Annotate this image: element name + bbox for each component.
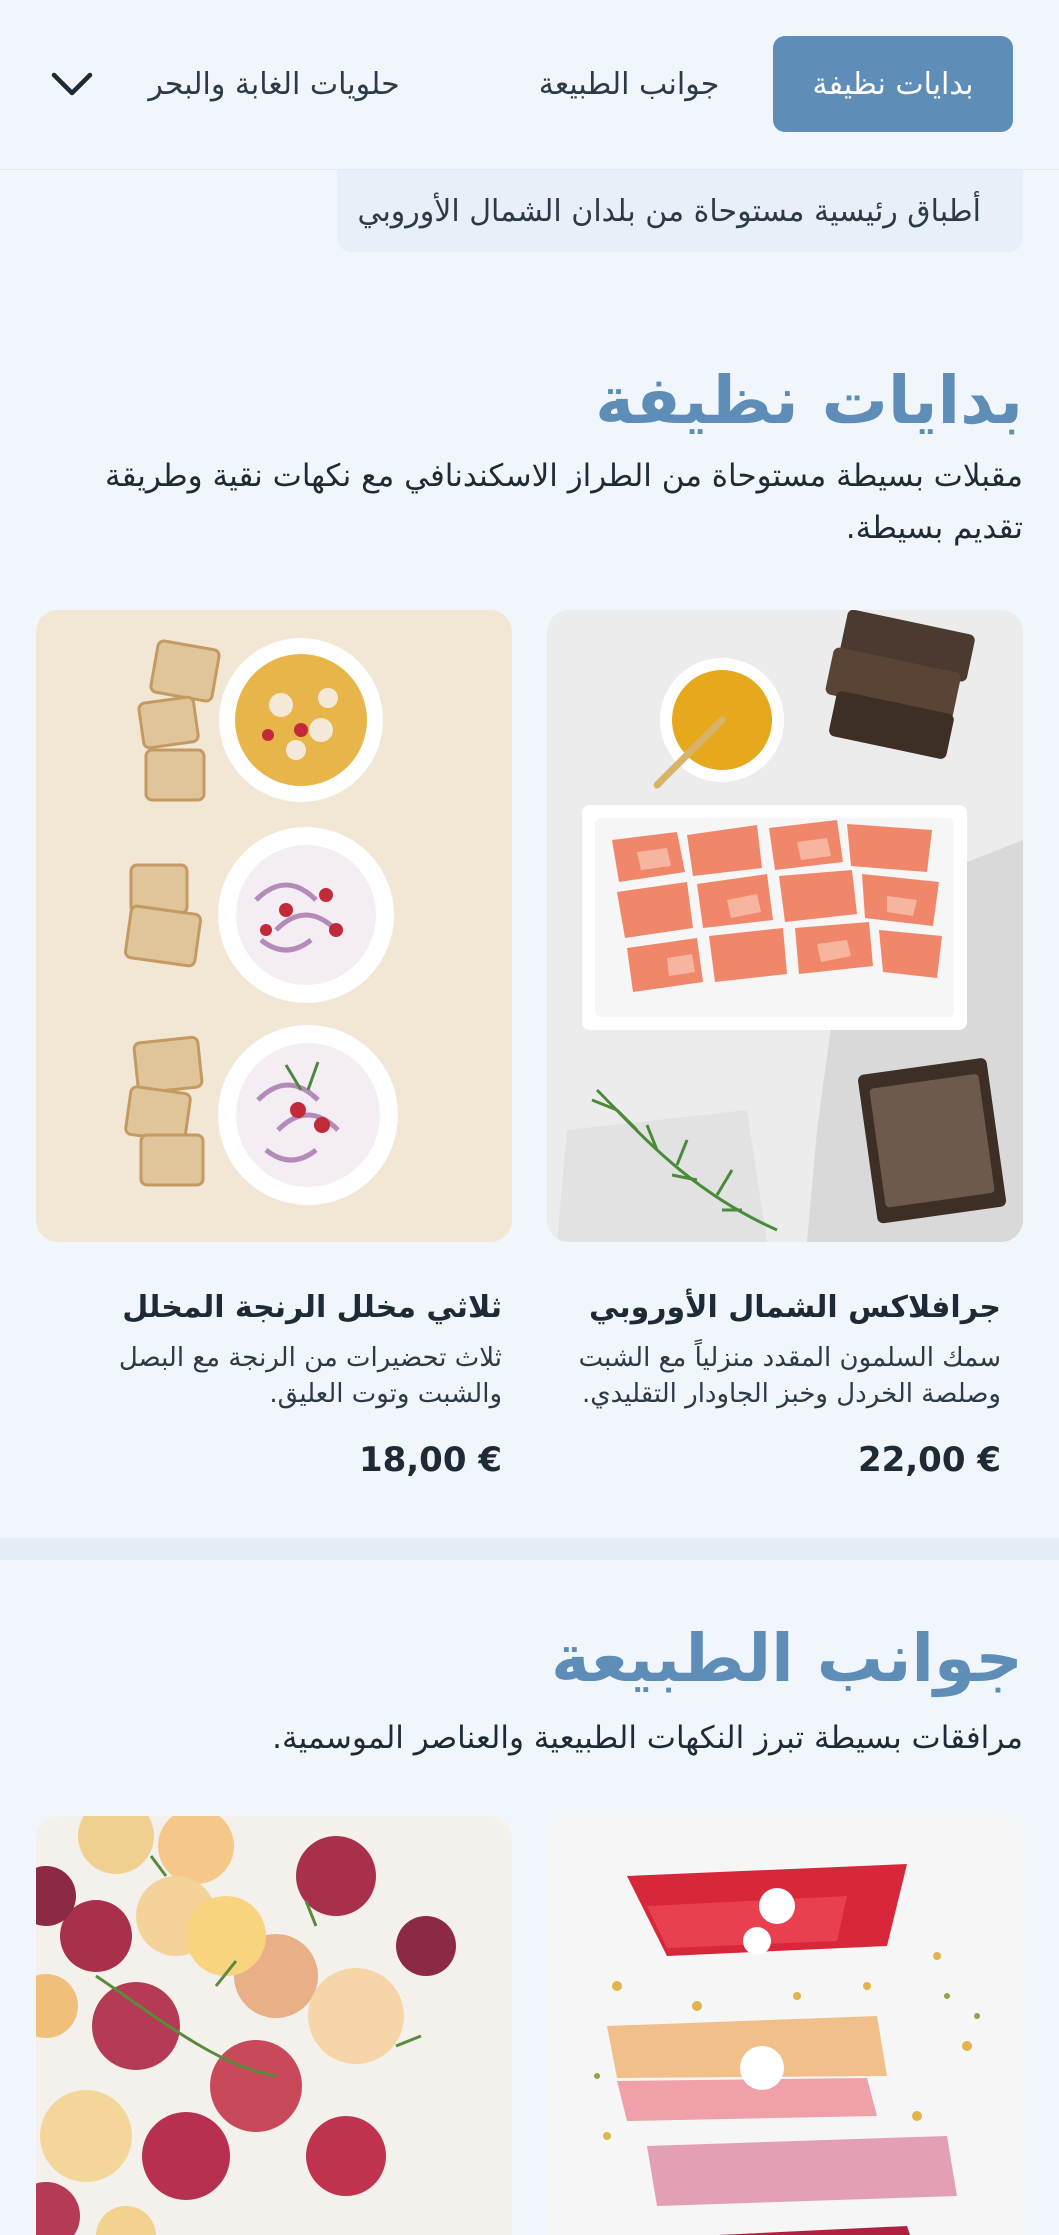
tab-nature-sides[interactable]: جوانب الطبيعة <box>519 36 739 132</box>
section-title-nature-sides: جوانب الطبيعة <box>550 1620 1023 1697</box>
item-price-gravlax: 22,00 € <box>857 1440 1001 1480</box>
tab-forest-sea-desserts[interactable]: حلويات الغابة والبحر <box>109 36 439 132</box>
item-name-herring: ثلاثي مخلل الرنجة المخلل <box>122 1290 502 1325</box>
item-name-gravlax: جرافلاكس الشمال الأوروبي <box>588 1290 1001 1325</box>
subnav-main-dishes[interactable]: أطباق رئيسية مستوحاة من بلدان الشمال الأ… <box>337 170 1023 252</box>
item-price-herring: 18,00 € <box>358 1440 502 1480</box>
section-description: مرافقات بسيطة تبرز النكهات الطبيعية والع… <box>272 1720 1023 1756</box>
chevron-down-icon[interactable] <box>48 60 96 108</box>
menu-page: بدايات نظيفة جوانب الطبيعة حلويات الغابة… <box>0 0 1059 2235</box>
item-description-gravlax: سمك السلمون المقدد منزلياً مع الشبت وصلص… <box>578 1343 1001 1409</box>
section-divider <box>0 1538 1059 1560</box>
roasted-vegetables-image[interactable] <box>36 1816 512 2235</box>
beet-dish-image[interactable] <box>547 1816 1023 2235</box>
item-description-herring: ثلاث تحضيرات من الرنجة مع البصل والشبت و… <box>118 1343 502 1409</box>
tab-clean-starts[interactable]: بدايات نظيفة <box>773 36 1013 132</box>
gravlax-image[interactable] <box>547 610 1023 1242</box>
section-description: مقبلات بسيطة مستوحاة من الطراز الاسكندنا… <box>104 458 1023 546</box>
category-nav: بدايات نظيفة جوانب الطبيعة حلويات الغابة… <box>0 0 1059 170</box>
section-title-clean-starts: بدايات نظيفة <box>595 362 1023 439</box>
herring-trio-image[interactable] <box>36 610 512 1242</box>
